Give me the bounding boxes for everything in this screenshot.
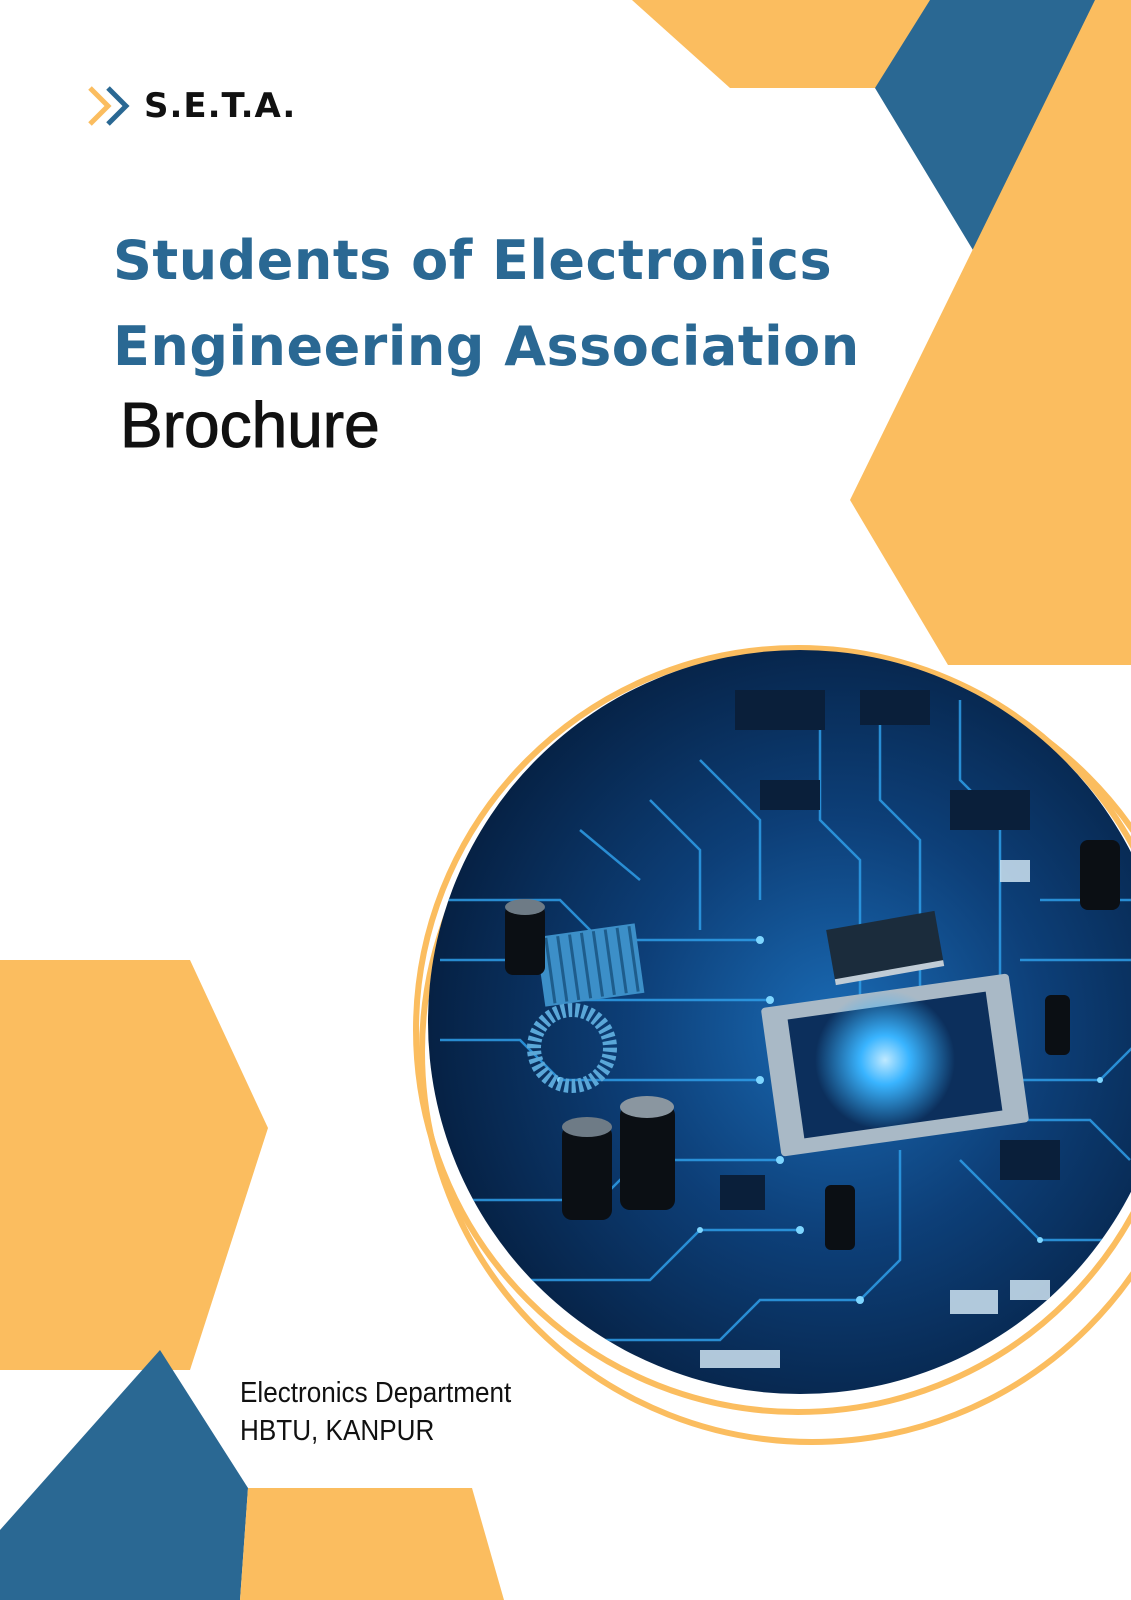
logo-text: S.E.T.A. (144, 86, 297, 126)
department-name: Electronics Department (240, 1377, 512, 1409)
double-chevron-icon (88, 86, 130, 126)
headline-line-1: Students of Electronics (113, 229, 833, 292)
brochure-cover: S.E.T.A. Students of Electronics Enginee… (0, 0, 1131, 1600)
seta-logo: S.E.T.A. (86, 84, 296, 128)
subtitle: Brochure (120, 389, 381, 462)
bottom-yellow-shape (240, 1488, 504, 1600)
headline-line-2: Engineering Association (113, 315, 860, 378)
institution-name: HBTU, KANPUR (240, 1415, 435, 1447)
headline: Students of Electronics Engineering Asso… (113, 218, 860, 390)
bottom-blue-triangle (0, 1350, 248, 1600)
left-yellow-hexagon (0, 960, 268, 1370)
department-info: Electronics Department HBTU, KANPUR (240, 1374, 511, 1450)
